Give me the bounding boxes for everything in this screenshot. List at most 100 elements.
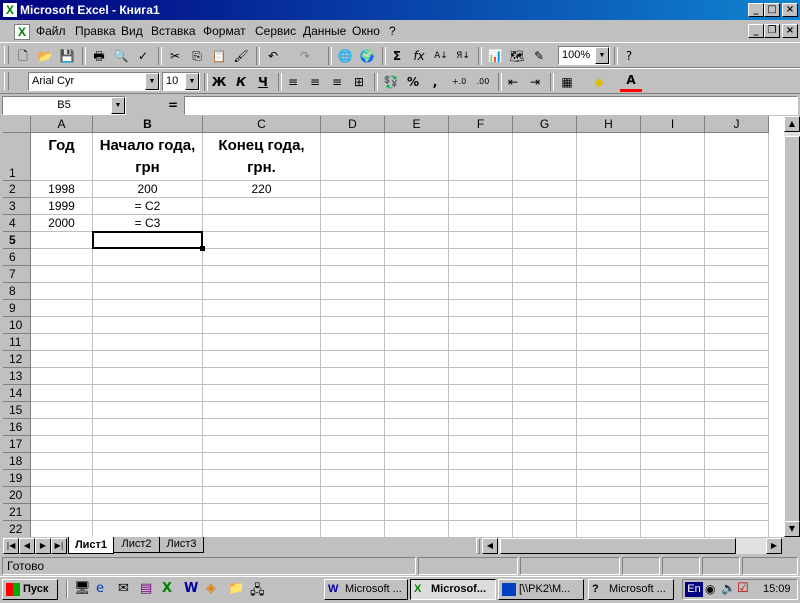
bold-button[interactable]: Ж bbox=[208, 72, 230, 92]
cell[interactable] bbox=[321, 133, 385, 181]
toolbar-grip[interactable] bbox=[4, 72, 9, 90]
cell[interactable] bbox=[203, 470, 321, 487]
cell[interactable] bbox=[449, 317, 513, 334]
cell[interactable] bbox=[641, 402, 705, 419]
cell[interactable] bbox=[31, 487, 93, 504]
h-scroll-thumb[interactable] bbox=[500, 538, 736, 554]
cell[interactable] bbox=[449, 249, 513, 266]
row-header[interactable]: 2 bbox=[3, 181, 31, 198]
cell[interactable] bbox=[705, 470, 769, 487]
cell[interactable] bbox=[641, 436, 705, 453]
tab-sheet1[interactable]: Лист1 bbox=[68, 537, 114, 554]
cell[interactable] bbox=[31, 249, 93, 266]
row-header[interactable]: 22 bbox=[3, 521, 31, 537]
font-size-combo[interactable]: 10 ▼ bbox=[162, 72, 200, 91]
save-icon[interactable]: 💾 bbox=[56, 46, 78, 66]
start-button[interactable]: Пуск bbox=[2, 579, 58, 600]
cell[interactable] bbox=[641, 300, 705, 317]
cell[interactable] bbox=[203, 232, 321, 249]
cell[interactable] bbox=[513, 453, 577, 470]
cell[interactable] bbox=[577, 283, 641, 300]
italic-button[interactable]: К bbox=[230, 72, 252, 92]
cell[interactable] bbox=[321, 198, 385, 215]
folder-quick-icon[interactable]: 📁 bbox=[228, 581, 244, 596]
cell[interactable] bbox=[577, 385, 641, 402]
cell[interactable] bbox=[31, 317, 93, 334]
cell[interactable] bbox=[449, 351, 513, 368]
cell[interactable] bbox=[577, 402, 641, 419]
row-header[interactable]: 10 bbox=[3, 317, 31, 334]
row-header[interactable]: 1 bbox=[3, 133, 31, 181]
column-header-d[interactable]: D bbox=[321, 116, 385, 133]
cell[interactable] bbox=[203, 266, 321, 283]
cell[interactable] bbox=[705, 232, 769, 249]
cell[interactable] bbox=[31, 368, 93, 385]
cell[interactable] bbox=[641, 215, 705, 232]
hyperlink-icon[interactable]: 🌐 bbox=[334, 46, 356, 66]
cell[interactable] bbox=[93, 453, 203, 470]
row-header[interactable]: 11 bbox=[3, 334, 31, 351]
cell[interactable] bbox=[449, 334, 513, 351]
cell[interactable] bbox=[385, 198, 449, 215]
cell[interactable] bbox=[705, 133, 769, 181]
cell[interactable] bbox=[513, 181, 577, 198]
cell[interactable] bbox=[577, 181, 641, 198]
row-header[interactable]: 19 bbox=[3, 470, 31, 487]
cell[interactable] bbox=[321, 419, 385, 436]
cell[interactable] bbox=[641, 419, 705, 436]
cell[interactable] bbox=[577, 334, 641, 351]
cell[interactable] bbox=[705, 487, 769, 504]
cell[interactable] bbox=[321, 487, 385, 504]
row-header[interactable]: 18 bbox=[3, 453, 31, 470]
menu-view[interactable]: Вид bbox=[121, 24, 143, 38]
cell[interactable] bbox=[203, 453, 321, 470]
menu-help[interactable]: ? bbox=[389, 24, 396, 38]
cell[interactable] bbox=[513, 419, 577, 436]
tab-sheet3[interactable]: Лист3 bbox=[160, 537, 204, 553]
cell[interactable] bbox=[93, 504, 203, 521]
name-box[interactable]: B5 ▼ bbox=[2, 96, 126, 115]
cell[interactable] bbox=[93, 351, 203, 368]
cell[interactable] bbox=[705, 385, 769, 402]
cell[interactable] bbox=[31, 453, 93, 470]
row-header[interactable]: 5 bbox=[3, 232, 31, 249]
font-combo[interactable]: Arial Cyr ▼ bbox=[28, 72, 160, 91]
spelling-icon[interactable]: ✓ bbox=[132, 46, 154, 66]
cell[interactable] bbox=[449, 521, 513, 537]
cell[interactable] bbox=[321, 385, 385, 402]
doc-restore-button[interactable]: ❐ bbox=[764, 24, 780, 38]
cell[interactable] bbox=[449, 470, 513, 487]
monitor-icon[interactable]: ◉ bbox=[705, 582, 715, 596]
outlook-icon[interactable]: ✉ bbox=[118, 581, 129, 596]
cell[interactable] bbox=[641, 266, 705, 283]
column-header-j[interactable]: J bbox=[705, 116, 769, 133]
cell[interactable] bbox=[449, 181, 513, 198]
cell[interactable] bbox=[705, 402, 769, 419]
row-header[interactable]: 12 bbox=[3, 351, 31, 368]
new-icon[interactable]: 🗋 bbox=[12, 46, 34, 66]
undo-icon[interactable]: ↶ bbox=[262, 46, 284, 66]
cell[interactable] bbox=[577, 487, 641, 504]
scroll-left-icon[interactable]: ◀ bbox=[482, 538, 498, 554]
cell[interactable] bbox=[385, 453, 449, 470]
cell[interactable] bbox=[705, 504, 769, 521]
cell[interactable] bbox=[577, 133, 641, 181]
column-header-c[interactable]: C bbox=[203, 116, 321, 133]
cell[interactable] bbox=[449, 504, 513, 521]
merge-center-icon[interactable]: ⊞ bbox=[348, 72, 370, 92]
maximize-button[interactable]: □ bbox=[764, 3, 780, 17]
cell[interactable] bbox=[93, 266, 203, 283]
show-desktop-icon[interactable]: 🖥 bbox=[74, 581, 91, 596]
row-header[interactable]: 6 bbox=[3, 249, 31, 266]
cell[interactable] bbox=[31, 521, 93, 537]
paste-icon[interactable]: 📋 bbox=[208, 46, 230, 66]
cell[interactable] bbox=[385, 334, 449, 351]
cell[interactable] bbox=[93, 487, 203, 504]
sort-descending-icon[interactable]: Я↓ bbox=[452, 46, 474, 66]
cell[interactable] bbox=[449, 198, 513, 215]
cell[interactable] bbox=[513, 215, 577, 232]
decrease-decimal-icon[interactable]: .00 bbox=[472, 72, 494, 92]
word-quick-icon[interactable]: W bbox=[184, 581, 198, 596]
cell[interactable] bbox=[385, 300, 449, 317]
cell[interactable] bbox=[321, 402, 385, 419]
